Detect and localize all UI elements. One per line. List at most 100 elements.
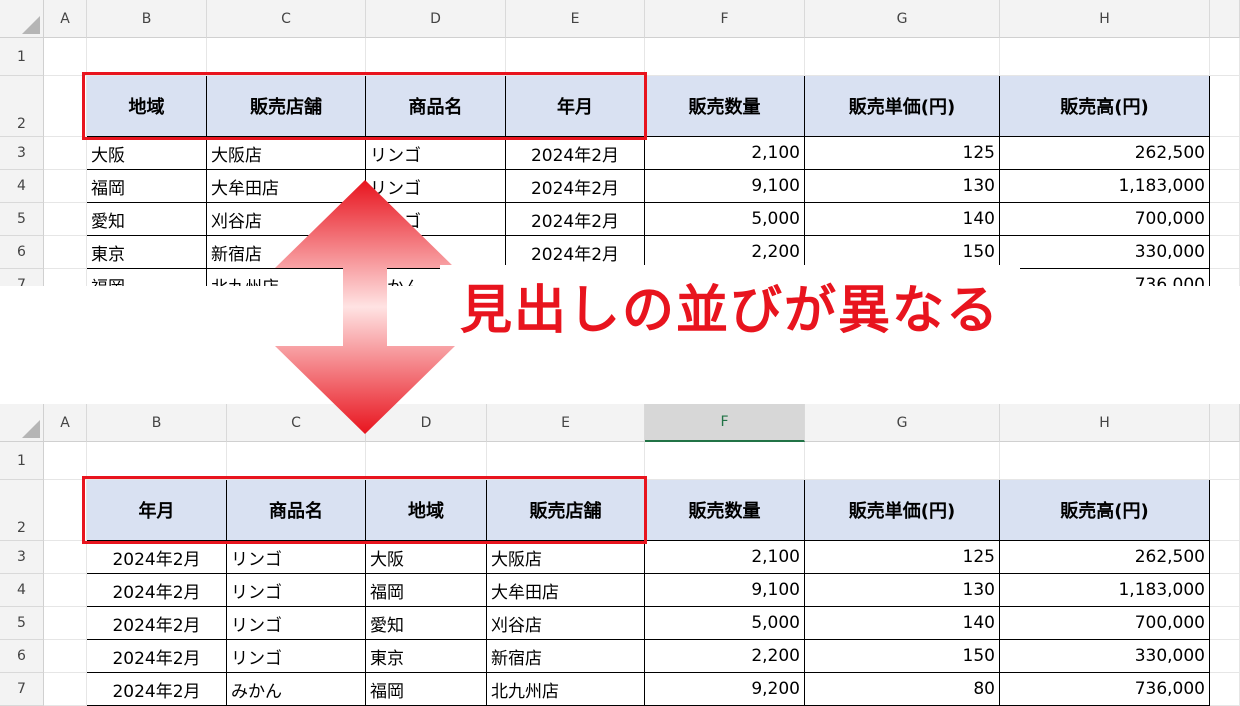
bottom-cell[interactable]: [1210, 480, 1240, 541]
top-cell-a7[interactable]: [44, 269, 87, 286]
bottom-cell[interactable]: [1210, 442, 1240, 480]
bottom-cell-a2[interactable]: [44, 480, 87, 541]
bottom-cell[interactable]: [1210, 541, 1240, 574]
bottom-table-cell[interactable]: 150: [805, 640, 1000, 673]
top-table-cell[interactable]: 130: [805, 170, 1000, 203]
bottom-table-cell[interactable]: みかん: [227, 673, 366, 706]
bottom-table-cell[interactable]: 愛知: [366, 607, 487, 640]
top-cell-a3[interactable]: [44, 137, 87, 170]
top-table-cell[interactable]: 330,000: [1000, 236, 1210, 269]
top-table-cell[interactable]: 大阪店: [207, 137, 366, 170]
bottom-table-cell[interactable]: 9,100: [645, 574, 805, 607]
top-column-header-a[interactable]: A: [44, 0, 87, 38]
bottom-table-cell[interactable]: 北九州店: [487, 673, 645, 706]
bottom-table-cell[interactable]: 700,000: [1000, 607, 1210, 640]
top-table-cell[interactable]: 東京: [87, 236, 207, 269]
bottom-cell[interactable]: [227, 442, 366, 480]
bottom-cell[interactable]: [1210, 574, 1240, 607]
top-row-header-3[interactable]: 3: [0, 137, 44, 170]
bottom-table-cell[interactable]: 新宿店: [487, 640, 645, 673]
bottom-table-cell[interactable]: 330,000: [1000, 640, 1210, 673]
top-column-header-c[interactable]: C: [207, 0, 366, 38]
bottom-table-cell[interactable]: 2024年2月: [87, 640, 227, 673]
bottom-table-cell[interactable]: 大牟田店: [487, 574, 645, 607]
top-select-all-corner[interactable]: [0, 0, 44, 38]
bottom-cell-a4[interactable]: [44, 574, 87, 607]
top-row-header-7[interactable]: 7: [0, 269, 44, 286]
bottom-cell-a6[interactable]: [44, 640, 87, 673]
top-cell[interactable]: [805, 38, 1000, 76]
bottom-row-header-3[interactable]: 3: [0, 541, 44, 574]
top-cell[interactable]: [1000, 38, 1210, 76]
bottom-column-header-g[interactable]: G: [805, 404, 1000, 442]
bottom-cell[interactable]: [487, 442, 645, 480]
bottom-cell[interactable]: [1210, 607, 1240, 640]
bottom-row-header-4[interactable]: 4: [0, 574, 44, 607]
top-table-cell[interactable]: 2,100: [645, 137, 805, 170]
top-cell[interactable]: [1210, 269, 1240, 286]
bottom-cell[interactable]: [1210, 673, 1240, 706]
top-row-header-2[interactable]: 2: [0, 76, 44, 137]
bottom-table-cell[interactable]: 大阪: [366, 541, 487, 574]
top-table-cell[interactable]: 736,000: [1000, 269, 1210, 286]
bottom-cell-a7[interactable]: [44, 673, 87, 706]
bottom-select-all-corner[interactable]: [0, 404, 44, 442]
top-cell-a5[interactable]: [44, 203, 87, 236]
top-table-cell[interactable]: 福岡: [87, 269, 207, 286]
top-table-cell[interactable]: 700,000: [1000, 203, 1210, 236]
top-row-header-4[interactable]: 4: [0, 170, 44, 203]
bottom-cell[interactable]: [805, 442, 1000, 480]
top-table-cell[interactable]: 1,183,000: [1000, 170, 1210, 203]
bottom-table-cell[interactable]: 2024年2月: [87, 673, 227, 706]
bottom-column-header-h[interactable]: H: [1000, 404, 1210, 442]
bottom-cell[interactable]: [645, 442, 805, 480]
bottom-cell[interactable]: [1000, 442, 1210, 480]
bottom-table-cell[interactable]: 東京: [366, 640, 487, 673]
top-cell-a6[interactable]: [44, 236, 87, 269]
bottom-table-header[interactable]: 販売高(円): [1000, 480, 1210, 541]
bottom-table-cell[interactable]: 80: [805, 673, 1000, 706]
bottom-table-cell[interactable]: 736,000: [1000, 673, 1210, 706]
top-column-header-f[interactable]: F: [645, 0, 805, 38]
bottom-column-header-f[interactable]: F: [645, 404, 805, 442]
bottom-row-header-1[interactable]: 1: [0, 442, 44, 480]
bottom-row-header-2[interactable]: 2: [0, 480, 44, 541]
bottom-cell[interactable]: [87, 442, 227, 480]
top-table-cell[interactable]: 大阪: [87, 137, 207, 170]
bottom-row-header-5[interactable]: 5: [0, 607, 44, 640]
bottom-table-cell[interactable]: 2024年2月: [87, 541, 227, 574]
bottom-table-cell[interactable]: リンゴ: [227, 574, 366, 607]
bottom-table-cell[interactable]: 5,000: [645, 607, 805, 640]
top-column-header-g[interactable]: G: [805, 0, 1000, 38]
bottom-table-cell[interactable]: 125: [805, 541, 1000, 574]
bottom-table-header[interactable]: 販売単価(円): [805, 480, 1000, 541]
top-table-cell[interactable]: 2024年2月: [506, 203, 645, 236]
bottom-cell[interactable]: [366, 442, 487, 480]
top-table-cell[interactable]: 125: [805, 137, 1000, 170]
top-table-header[interactable]: 販売高(円): [1000, 76, 1210, 137]
top-cell[interactable]: [207, 38, 366, 76]
top-cell[interactable]: [87, 38, 207, 76]
bottom-table-cell[interactable]: 262,500: [1000, 541, 1210, 574]
bottom-table-cell[interactable]: リンゴ: [227, 640, 366, 673]
top-table-cell[interactable]: 福岡: [87, 170, 207, 203]
bottom-table-cell[interactable]: 2,200: [645, 640, 805, 673]
top-table-cell[interactable]: 2024年2月: [506, 137, 645, 170]
top-table-cell[interactable]: 愛知: [87, 203, 207, 236]
top-cell[interactable]: [1210, 236, 1240, 269]
bottom-table-cell[interactable]: 130: [805, 574, 1000, 607]
top-cell[interactable]: [1210, 170, 1240, 203]
top-cell-a2[interactable]: [44, 76, 87, 137]
bottom-cell[interactable]: [1210, 640, 1240, 673]
bottom-table-cell[interactable]: 9,200: [645, 673, 805, 706]
top-cell[interactable]: [44, 38, 87, 76]
bottom-table-cell[interactable]: 1,183,000: [1000, 574, 1210, 607]
top-table-cell[interactable]: 262,500: [1000, 137, 1210, 170]
bottom-table-cell[interactable]: 140: [805, 607, 1000, 640]
top-cell[interactable]: [1210, 203, 1240, 236]
top-column-header-b[interactable]: B: [87, 0, 207, 38]
top-row-header-1[interactable]: 1: [0, 38, 44, 76]
top-table-cell[interactable]: 5,000: [645, 203, 805, 236]
bottom-table-cell[interactable]: 大阪店: [487, 541, 645, 574]
top-table-cell[interactable]: 140: [805, 203, 1000, 236]
